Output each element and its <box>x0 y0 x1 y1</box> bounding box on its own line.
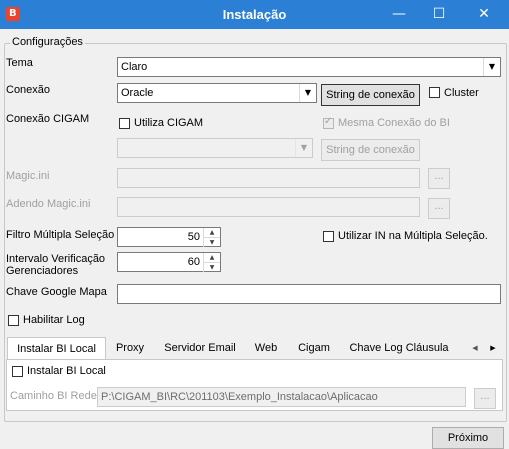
caminho-bi-rede-value: P:\CIGAM_BI\RC\201103\Exemplo_Instalacao… <box>101 391 378 403</box>
tema-label: Tema <box>6 57 33 69</box>
cluster-checkbox[interactable] <box>429 87 440 98</box>
magic-ini-field[interactable] <box>117 168 420 188</box>
caminho-browse-button[interactable]: ... <box>474 388 496 409</box>
minimize-button[interactable]: — <box>379 0 419 29</box>
intervalo-stepper[interactable]: 60 ▲ ▼ <box>117 252 221 272</box>
intervalo-value: 60 <box>187 256 200 268</box>
magic-ini-label: Magic.ini <box>6 170 50 182</box>
utiliza-cigam-label: Utiliza CIGAM <box>134 117 204 129</box>
magic-ini-browse-button[interactable]: ... <box>428 168 450 189</box>
utilizar-in-label: Utilizar IN na Múltipla Seleção. <box>338 230 488 242</box>
maximize-button[interactable]: ☐ <box>419 0 459 29</box>
google-map-key-label: Chave Google Mapa <box>6 286 107 298</box>
filtro-value: 50 <box>187 231 200 243</box>
tab-scroll-left-icon[interactable]: ◀ <box>469 339 481 359</box>
tab-strip: Instalar BI Local Proxy Servidor Email W… <box>6 337 504 360</box>
utiliza-cigam-checkbox[interactable] <box>119 118 130 129</box>
utilizar-in-checkbox[interactable] <box>323 231 334 242</box>
check-icon: ✓ <box>324 116 333 127</box>
tab-chave-log-clausula[interactable]: Chave Log Cláusula <box>344 339 454 359</box>
filtro-label: Filtro Múltipla Seleção <box>6 229 115 241</box>
intervalo-label-line2: Gerenciadores <box>6 265 79 277</box>
tema-select[interactable]: Claro ▼ <box>117 57 501 77</box>
caminho-bi-rede-label: Caminho BI Rede <box>10 390 97 402</box>
habilitar-log-checkbox[interactable] <box>8 315 19 326</box>
configuracoes-legend: Configurações <box>10 36 85 48</box>
conexao-value: Oracle <box>121 87 154 99</box>
arrow-up-icon[interactable]: ▲ <box>203 228 220 237</box>
mesma-conexao-checkbox[interactable]: ✓ <box>323 116 334 129</box>
tab-servidor-email[interactable]: Servidor Email <box>158 339 242 359</box>
cigam-string-conexao-button[interactable]: String de conexão <box>321 139 420 161</box>
instalar-bi-local-label: Instalar BI Local <box>27 365 106 377</box>
conexao-select[interactable]: Oracle ▼ <box>117 83 317 103</box>
caminho-bi-rede-field[interactable]: P:\CIGAM_BI\RC\201103\Exemplo_Instalacao… <box>97 387 466 407</box>
adendo-magic-browse-button[interactable]: ... <box>428 198 450 219</box>
mesma-conexao-label: Mesma Conexão do BI <box>338 117 450 129</box>
intervalo-label-line1: Intervalo Verificação <box>6 253 106 265</box>
chevron-down-icon: ▼ <box>483 58 500 76</box>
cluster-label: Cluster <box>444 87 479 99</box>
tab-scroll-right-icon[interactable]: ▶ <box>487 339 499 359</box>
tab-instalar-bi-local[interactable]: Instalar BI Local <box>7 337 106 360</box>
chevron-down-icon: ▼ <box>299 84 316 102</box>
tab-proxy[interactable]: Proxy <box>108 339 152 359</box>
instalar-bi-local-checkbox[interactable] <box>12 366 23 377</box>
conexao-cigam-label: Conexão CIGAM <box>6 113 90 125</box>
chevron-down-icon: ▼ <box>295 139 312 157</box>
google-map-key-input[interactable] <box>117 284 501 304</box>
conexao-label: Conexão <box>6 84 51 96</box>
close-button[interactable]: ✕ <box>464 0 504 29</box>
tab-cigam[interactable]: Cigam <box>292 339 336 359</box>
filtro-stepper[interactable]: 50 ▲ ▼ <box>117 227 221 247</box>
next-button[interactable]: Próximo <box>432 427 504 449</box>
adendo-magic-field[interactable] <box>117 197 420 217</box>
adendo-magic-label: Adendo Magic.ini <box>6 198 91 210</box>
tab-web[interactable]: Web <box>248 339 284 359</box>
cigam-connection-select[interactable]: ▼ <box>117 138 313 158</box>
arrow-down-icon[interactable]: ▼ <box>203 262 220 272</box>
tema-value: Claro <box>121 61 148 73</box>
string-conexao-button[interactable]: String de conexão <box>321 84 420 106</box>
arrow-down-icon[interactable]: ▼ <box>203 237 220 247</box>
arrow-up-icon[interactable]: ▲ <box>203 253 220 262</box>
habilitar-log-label: Habilitar Log <box>23 314 85 326</box>
